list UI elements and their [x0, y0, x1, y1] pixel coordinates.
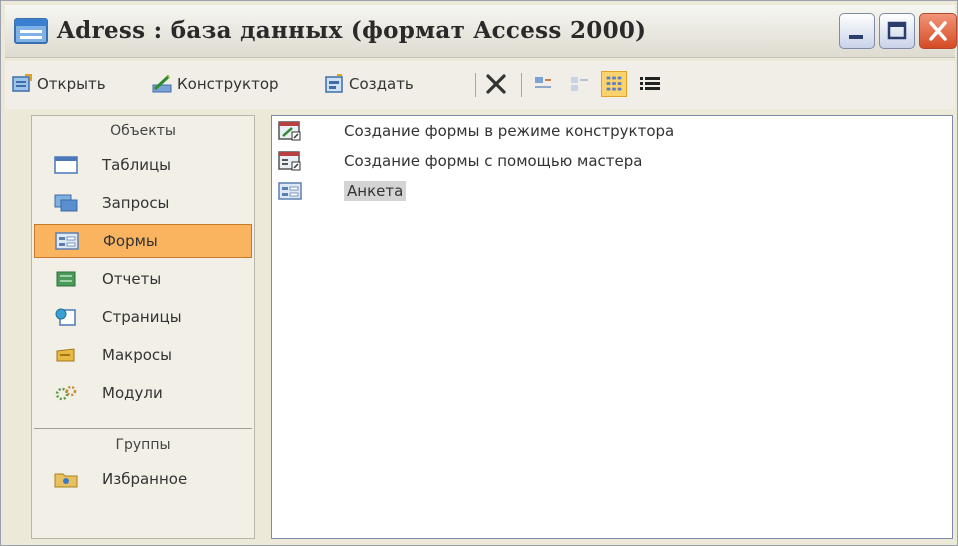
title-bar[interactable]: Adress : база данных (формат Access 2000…	[5, 5, 957, 58]
small-icons-icon[interactable]	[567, 71, 593, 97]
object-item-tables[interactable]: Таблицы	[34, 148, 252, 182]
large-icons-icon[interactable]	[531, 71, 557, 97]
object-item-reports[interactable]: Отчеты	[34, 262, 252, 296]
design-label: Конструктор	[177, 75, 279, 93]
query-icon	[54, 194, 78, 212]
macro-icon	[56, 348, 75, 362]
object-item-label: Формы	[103, 232, 158, 250]
details-view-icon[interactable]	[637, 71, 663, 97]
list-item-anketa[interactable]: Анкета	[278, 176, 407, 206]
design-button[interactable]: Конструктор	[151, 69, 279, 99]
toolbar-separator	[475, 73, 476, 97]
create-icon	[325, 74, 343, 93]
page-icon	[55, 308, 76, 326]
open-label: Открыть	[37, 75, 106, 93]
forms-list-pane: Создание формы в режиме конструктора Соз…	[271, 115, 953, 539]
report-icon	[56, 271, 76, 287]
toolbar: Открыть Конструктор Создать	[5, 61, 955, 109]
close-icon	[929, 21, 947, 41]
list-item-label: Создание формы с помощью мастера	[344, 152, 643, 170]
minimize-icon	[849, 35, 863, 39]
toolbar-separator	[521, 73, 522, 97]
object-item-pages[interactable]: Страницы	[34, 300, 252, 334]
object-item-label: Модули	[102, 384, 163, 402]
favorites-folder-icon	[54, 473, 78, 488]
open-button[interactable]: Открыть	[11, 69, 106, 99]
table-icon	[54, 156, 78, 174]
list-item-wizard-form[interactable]: Создание формы с помощью мастера	[278, 146, 642, 176]
list-item-label: Создание формы в режиме конструктора	[344, 122, 675, 140]
object-item-label: Макросы	[102, 346, 172, 364]
create-label: Создать	[349, 75, 414, 93]
object-item-queries[interactable]: Запросы	[34, 186, 252, 220]
groups-divider	[34, 428, 252, 429]
database-window: Adress : база данных (формат Access 2000…	[0, 0, 958, 546]
database-window-icon	[14, 18, 48, 44]
objects-header[interactable]: Объекты	[32, 118, 254, 144]
object-item-forms[interactable]: Формы	[34, 224, 252, 258]
form-icon	[278, 182, 302, 200]
object-item-label: Таблицы	[102, 156, 171, 174]
close-button[interactable]	[919, 13, 957, 49]
design-form-shortcut-icon	[278, 121, 301, 141]
design-icon	[152, 74, 172, 93]
minimize-button[interactable]	[839, 13, 875, 49]
groups-header[interactable]: Группы	[32, 432, 254, 458]
list-view-icon[interactable]	[601, 71, 627, 97]
maximize-icon	[887, 21, 907, 40]
objects-pane: Объекты Таблицы Запросы Формы Отчеты Стр…	[31, 115, 255, 539]
delete-icon[interactable]	[483, 71, 509, 97]
form-icon	[55, 232, 79, 250]
window-title: Adress : база данных (формат Access 2000…	[57, 17, 647, 44]
maximize-button[interactable]	[879, 13, 915, 49]
object-item-label: Страницы	[102, 308, 182, 326]
object-item-macros[interactable]: Макросы	[34, 338, 252, 372]
create-button[interactable]: Создать	[323, 69, 414, 99]
object-item-modules[interactable]: Модули	[34, 376, 252, 410]
module-icon	[55, 385, 77, 401]
group-item-label: Избранное	[102, 470, 188, 488]
group-item-favorites[interactable]: Избранное	[34, 462, 252, 496]
list-item-label: Анкета	[344, 181, 407, 201]
object-item-label: Отчеты	[102, 270, 162, 288]
wizard-form-shortcut-icon	[278, 151, 301, 171]
list-item-design-form[interactable]: Создание формы в режиме конструктора	[278, 116, 674, 146]
object-item-label: Запросы	[102, 194, 170, 212]
open-icon	[12, 74, 32, 92]
